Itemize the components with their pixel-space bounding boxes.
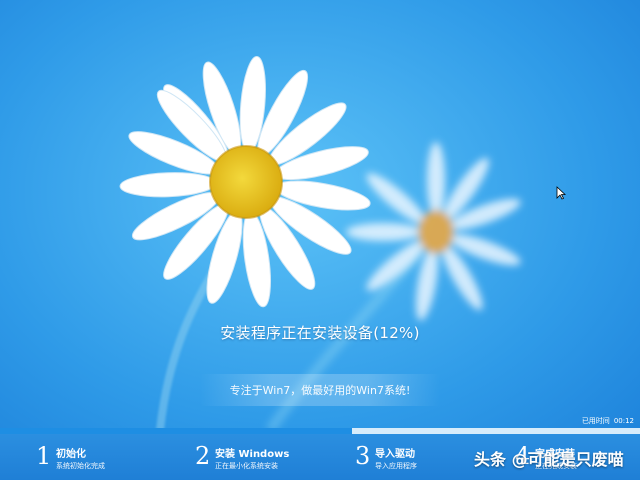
step-title: 初始化 [56,449,86,460]
slogan-text: 专注于Win7，做最好用的Win7系统! [229,384,411,397]
step-subtitle: 导入应用程序 [375,462,417,470]
mouse-pointer-icon [556,186,566,200]
step-title: 安装 Windows [215,449,290,460]
step-subtitle: 系统初始化完成 [56,462,105,470]
step-number: 1 [36,442,52,470]
daisy-wallpaper [0,0,640,480]
watermark-text: 头条 @可能是只废喵 [474,450,624,469]
install-status-text: 安装程序正在安装设备(12%) [220,324,420,342]
step-subtitle: 正在最小化系统安装 [215,462,278,470]
step-number: 3 [355,442,371,470]
elapsed-time: 已用时间 00:12 [582,416,634,426]
step-number: 2 [195,442,211,470]
elapsed-time-value: 00:12 [613,417,634,425]
elapsed-time-label: 已用时间 [581,417,610,425]
step-title: 导入驱动 [375,449,415,460]
